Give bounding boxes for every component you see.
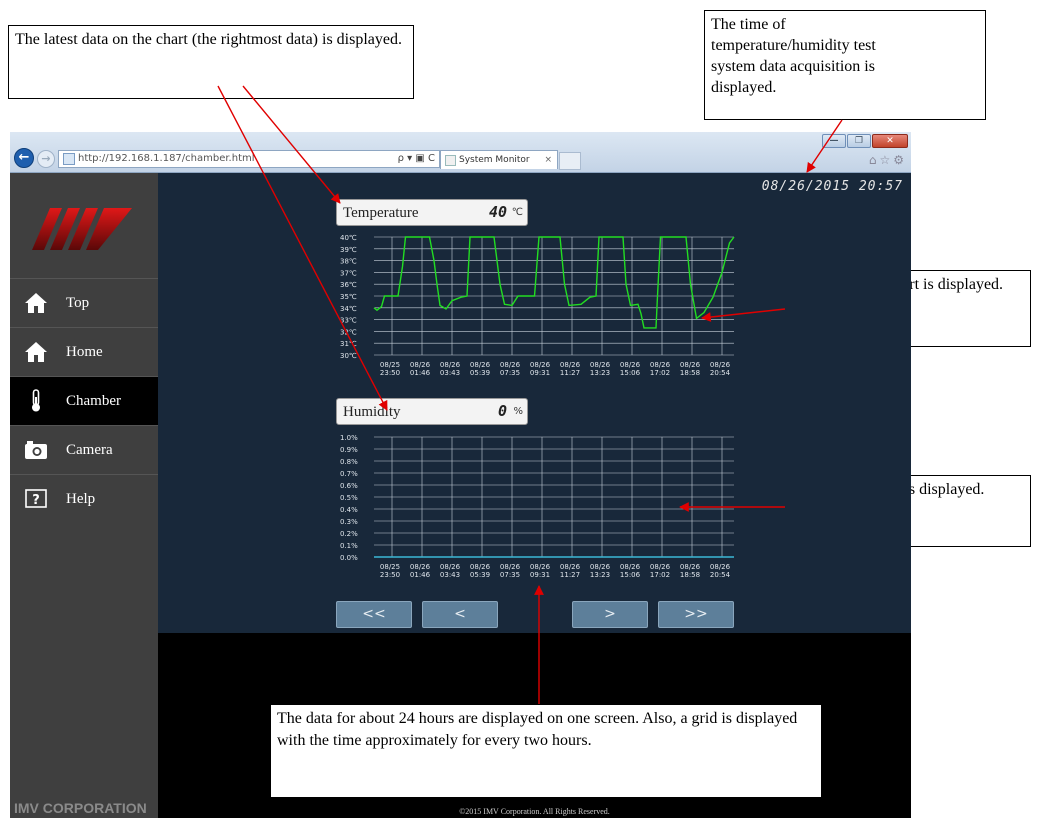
arrow-to-temperature-chart (701, 308, 786, 322)
arrow-to-temperature-value (242, 85, 341, 204)
arrow-to-datetime (806, 119, 843, 173)
annotation-arrows (217, 85, 843, 704)
arrow-to-humidity-value (217, 85, 388, 411)
